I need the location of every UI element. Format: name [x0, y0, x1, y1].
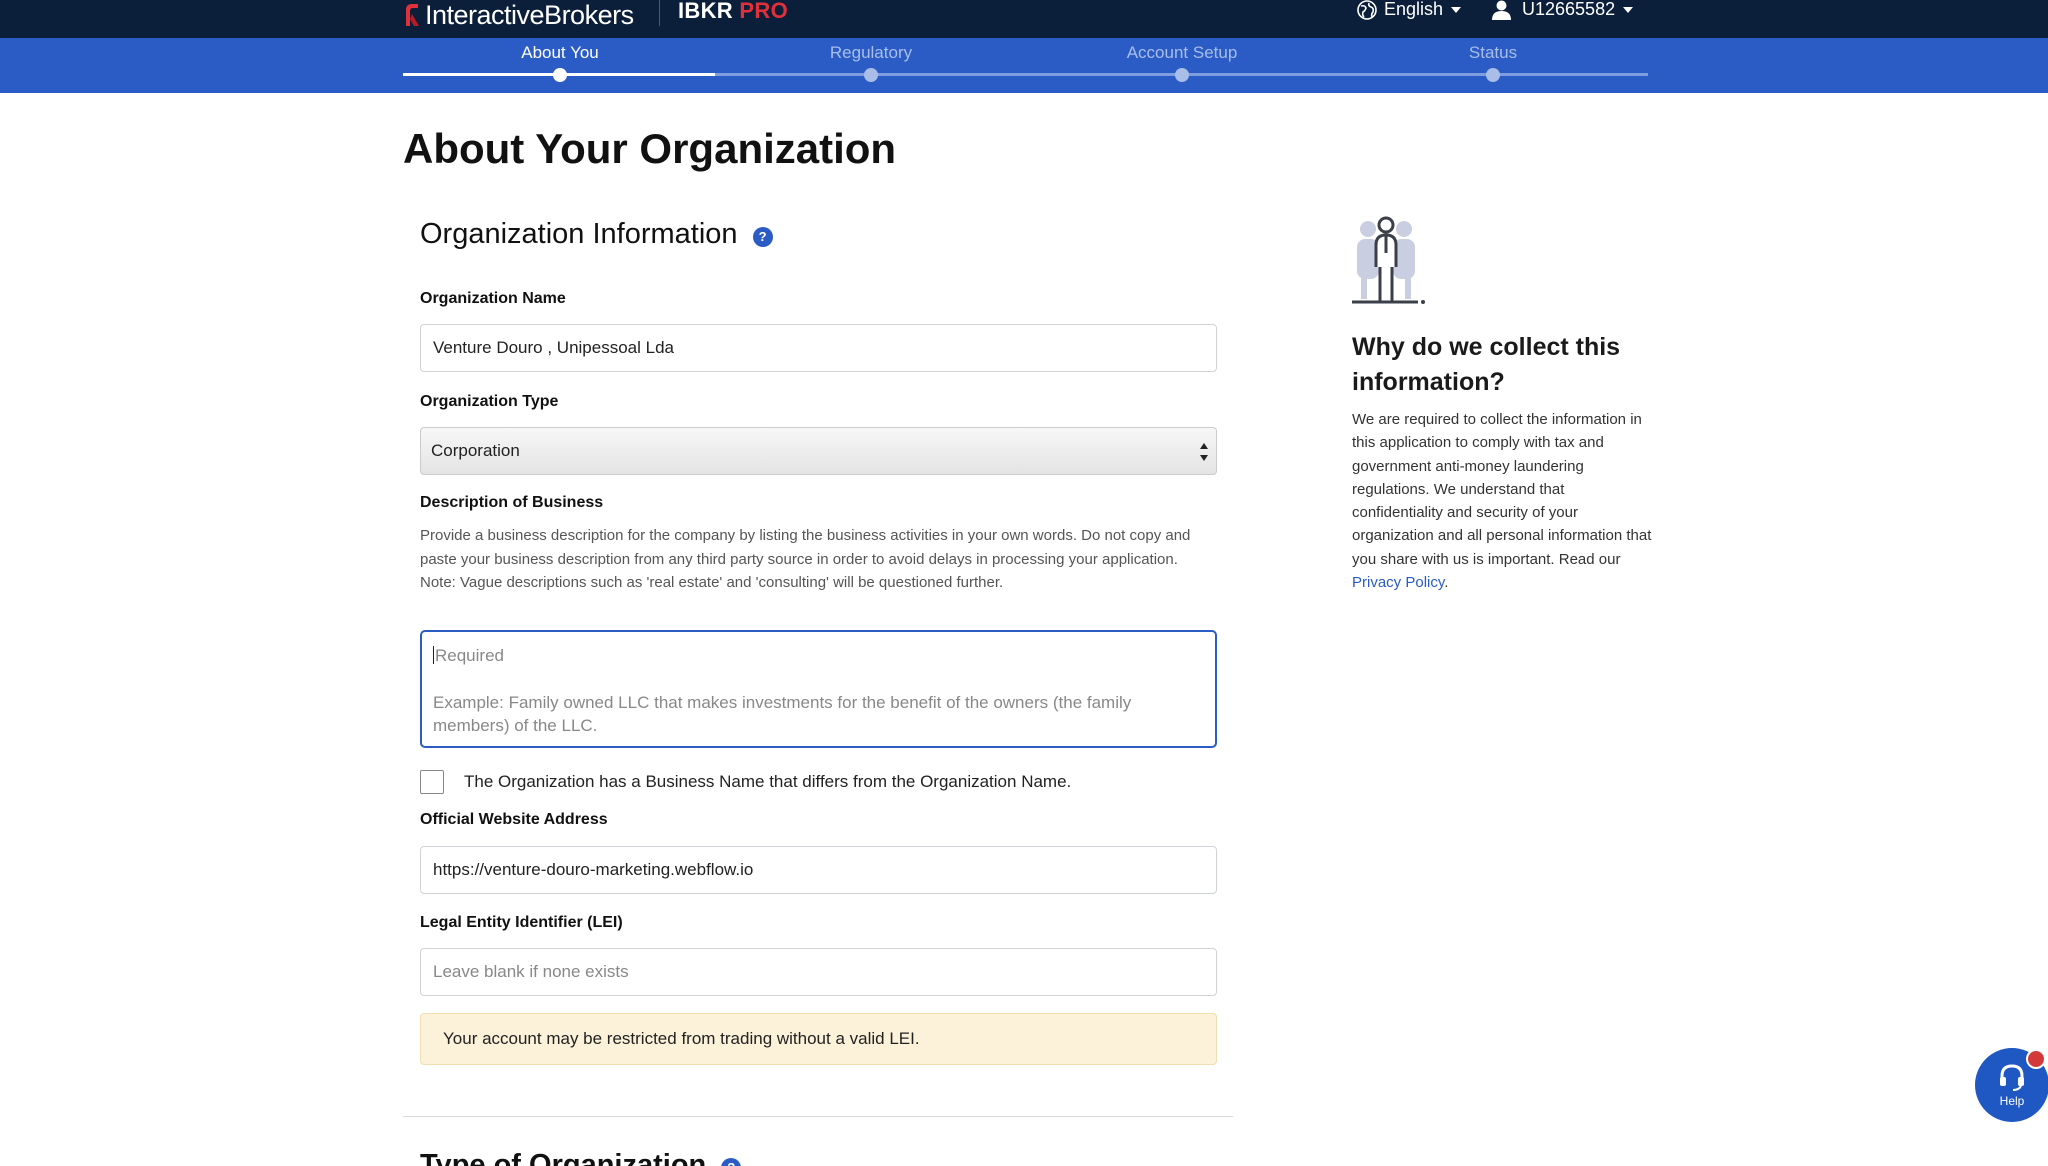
- lei-warning-alert: Your account may be restricted from trad…: [420, 1013, 1217, 1065]
- step-label: About You: [521, 43, 599, 62]
- sidebar-body-text: We are required to collect the informati…: [1352, 411, 1652, 568]
- brand-divider: [659, 0, 660, 26]
- step-regulatory[interactable]: Regulatory: [771, 38, 971, 82]
- text-caret: [433, 646, 434, 664]
- headset-icon: [2000, 1064, 2024, 1091]
- lei-label: Legal Entity Identifier (LEI): [420, 914, 623, 931]
- business-name-differs-checkbox[interactable]: [420, 770, 444, 794]
- textarea-placeholder-required: Required: [433, 646, 504, 665]
- organization-type-select[interactable]: Corporation: [420, 427, 1217, 475]
- step-dot: [1175, 68, 1189, 82]
- organization-name-input[interactable]: [420, 324, 1217, 372]
- organization-name-label: Organization Name: [420, 290, 566, 307]
- step-label: Status: [1468, 43, 1518, 62]
- select-arrows-icon: [1200, 443, 1208, 461]
- product-name: IBKR: [678, 0, 733, 23]
- language-label: English: [1384, 0, 1444, 19]
- user-menu[interactable]: U12665582: [1492, 0, 1634, 20]
- step-account-setup[interactable]: Account Setup: [1082, 38, 1282, 82]
- description-help-paragraph: Provide a business description for the c…: [420, 527, 1191, 568]
- page-title: About Your Organization: [403, 125, 897, 172]
- help-button[interactable]: Help: [1975, 1048, 2048, 1122]
- official-website-input[interactable]: [420, 846, 1217, 894]
- organization-type-label: Organization Type: [420, 393, 559, 410]
- textarea-placeholder-example: Example: Family owned LLC that makes inv…: [433, 692, 1132, 736]
- business-name-differs-label[interactable]: The Organization has a Business Name tha…: [464, 772, 1071, 792]
- step-label: Account Setup: [1126, 43, 1238, 62]
- sidebar-body: We are required to collect the informati…: [1352, 411, 1652, 592]
- user-icon: [1492, 0, 1511, 20]
- business-name-differs-row[interactable]: The Organization has a Business Name tha…: [420, 770, 1071, 794]
- step-label: Regulatory: [829, 43, 913, 62]
- user-id: U12665582: [1522, 0, 1616, 19]
- privacy-policy-link[interactable]: Privacy Policy: [1352, 574, 1444, 591]
- lei-warning-text: Your account may be restricted from trad…: [443, 1029, 920, 1048]
- section-title-organization-information: Organization Information ?: [420, 218, 773, 251]
- step-dot: [1486, 68, 1500, 82]
- product-suffix: PRO: [739, 0, 788, 23]
- description-of-business-textarea[interactable]: Required Example: Family owned LLC that …: [420, 630, 1217, 748]
- step-dot: [553, 68, 567, 82]
- ib-logo[interactable]: InteractiveBrokers: [403, 0, 634, 30]
- top-navbar: InteractiveBrokers IBKR PRO English U126…: [0, 0, 2048, 38]
- section-title-text: Type of Organization: [420, 1149, 707, 1166]
- sidebar-title: Why do we collect this information?: [1352, 333, 1621, 396]
- help-label: Help: [1999, 1094, 2025, 1108]
- lei-input[interactable]: [420, 948, 1217, 996]
- section-divider: [403, 1116, 1233, 1117]
- people-illustration-icon: [1352, 216, 1425, 304]
- official-website-label: Official Website Address: [420, 811, 608, 828]
- chevron-down-icon: [1451, 6, 1462, 13]
- ib-logo-icon: [406, 4, 419, 26]
- language-selector[interactable]: English: [1357, 0, 1462, 20]
- chevron-down-icon: [1623, 6, 1634, 13]
- description-help-text: Provide a business description for the c…: [420, 524, 1220, 595]
- step-status[interactable]: Status: [1393, 38, 1593, 82]
- section-title-text: Organization Information: [420, 218, 738, 250]
- description-of-business-label: Description of Business: [420, 494, 604, 511]
- step-about-you[interactable]: About You: [460, 38, 660, 82]
- brand-name: InteractiveBrokers: [425, 0, 634, 30]
- globe-icon: [1357, 0, 1377, 20]
- help-icon[interactable]: ?: [721, 1157, 742, 1166]
- step-dot: [864, 68, 878, 82]
- notification-badge: [2026, 1049, 2046, 1069]
- organization-type-value: Corporation: [431, 441, 520, 460]
- product-badge: IBKR PRO: [678, 0, 788, 24]
- section-title-type-of-organization: Type of Organization ?: [420, 1149, 742, 1166]
- help-icon[interactable]: ?: [752, 226, 773, 247]
- description-help-note: Note: Vague descriptions such as 'real e…: [420, 574, 1004, 591]
- progress-steps: About You Regulatory Account Setup Statu…: [0, 38, 2048, 93]
